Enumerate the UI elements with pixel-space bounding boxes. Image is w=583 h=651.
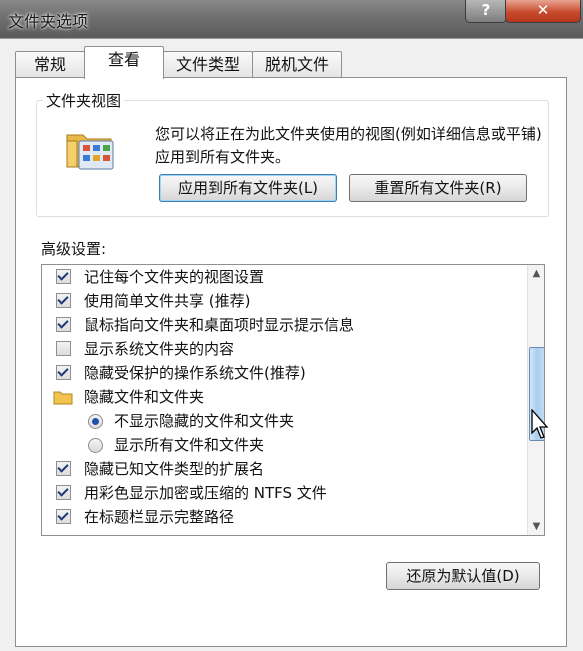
folder-view-title: 文件夹视图 xyxy=(43,90,125,111)
vertical-scrollbar[interactable]: ▲ ▼ xyxy=(527,265,544,535)
window-title: 文件夹选项 xyxy=(8,12,89,31)
setting-label: 用彩色显示加密或压缩的 NTFS 文件 xyxy=(84,484,327,502)
apply-to-all-folders-button[interactable]: 应用到所有文件夹(L) xyxy=(159,174,337,202)
checkbox[interactable] xyxy=(56,317,71,332)
title-bar: 文件夹选项 ? ✕ xyxy=(0,0,583,38)
setting-label: 记住每个文件夹的视图设置 xyxy=(84,268,265,286)
reset-all-folders-button[interactable]: 重置所有文件夹(R) xyxy=(349,174,527,202)
setting-label: 隐藏文件和文件夹 xyxy=(84,388,205,406)
setting-label: 使用简单文件共享 (推荐) xyxy=(84,292,251,310)
mouse-cursor-icon xyxy=(531,409,549,439)
tab-offline-files[interactable]: 脱机文件 xyxy=(252,51,342,78)
scroll-up-arrow-icon[interactable]: ▲ xyxy=(528,265,544,282)
checkbox[interactable] xyxy=(56,365,71,380)
folder-view-description: 您可以将正在为此文件夹使用的视图(例如详细信息或平铺)应用到所有文件夹。 xyxy=(155,125,542,166)
view-tab-panel: 文件夹视图 您可以将正在为此文件夹使用的视图(例如详细信息或平铺)应用到所有文件… xyxy=(15,77,567,647)
close-button[interactable]: ✕ xyxy=(505,0,581,23)
tab-view[interactable]: 查看 xyxy=(84,46,164,79)
checkbox[interactable] xyxy=(56,461,71,476)
checkbox[interactable] xyxy=(56,485,71,500)
scroll-down-arrow-icon[interactable]: ▼ xyxy=(528,518,544,535)
tab-general[interactable]: 常规 xyxy=(15,51,85,78)
radio-button[interactable] xyxy=(88,438,103,453)
folder-icon xyxy=(53,391,73,405)
folder-view-group: 文件夹视图 您可以将正在为此文件夹使用的视图(例如详细信息或平铺)应用到所有文件… xyxy=(36,90,549,217)
setting-label: 显示系统文件夹的内容 xyxy=(84,340,235,358)
checkbox[interactable] xyxy=(56,293,71,308)
folder-view-icon xyxy=(66,134,114,170)
setting-label: 鼠标指向文件夹和桌面项时显示提示信息 xyxy=(84,316,355,334)
checkbox[interactable] xyxy=(56,509,71,524)
tab-file-types[interactable]: 文件类型 xyxy=(163,51,253,78)
radio-button[interactable] xyxy=(88,414,103,429)
restore-defaults-button[interactable]: 还原为默认值(D) xyxy=(386,562,540,590)
checkbox[interactable] xyxy=(56,269,71,284)
setting-label: 隐藏已知文件类型的扩展名 xyxy=(84,460,265,478)
setting-label: 隐藏受保护的操作系统文件(推荐) xyxy=(84,364,306,382)
setting-label: 不显示隐藏的文件和文件夹 xyxy=(114,412,295,430)
advanced-settings-list: 记住每个文件夹的视图设置 使用简单文件共享 (推荐) 鼠标指向文件夹和桌面项时显… xyxy=(41,264,545,536)
setting-label: 显示所有文件和文件夹 xyxy=(114,436,265,454)
setting-label: 在标题栏显示完整路径 xyxy=(84,508,235,526)
help-button[interactable]: ? xyxy=(465,0,507,23)
advanced-settings-label: 高级设置: xyxy=(41,240,107,258)
checkbox[interactable] xyxy=(56,341,71,356)
